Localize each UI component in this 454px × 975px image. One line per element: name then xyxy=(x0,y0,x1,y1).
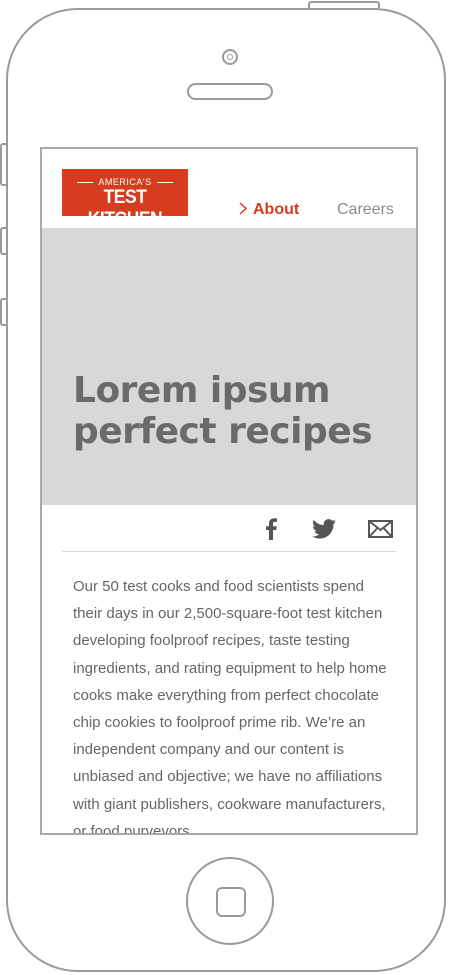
nav-item-about[interactable]: About xyxy=(239,201,299,219)
chevron-right-icon xyxy=(239,202,248,218)
speaker-grille xyxy=(187,83,273,100)
hero-banner: Lorem ipsum perfect recipes xyxy=(42,228,416,505)
email-icon[interactable] xyxy=(368,515,393,543)
logo[interactable]: AMERICA'S TEST KITCHEN xyxy=(62,169,188,230)
nav-item-label: Careers xyxy=(337,201,394,218)
nav-item-careers[interactable]: Careers xyxy=(337,201,394,219)
hero-title: Lorem ipsum perfect recipes xyxy=(73,370,373,452)
twitter-icon[interactable] xyxy=(312,515,336,543)
phone-screen: AMERICA'S TEST KITCHEN About Careers Lor… xyxy=(40,147,418,835)
home-button-icon xyxy=(216,887,246,917)
nav-item-label: About xyxy=(253,201,300,218)
logo-title: TEST KITCHEN xyxy=(87,187,163,230)
camera-icon xyxy=(222,49,238,65)
home-button[interactable] xyxy=(186,857,274,945)
logo-subtitle: AMERICA'S xyxy=(62,177,188,187)
power-button xyxy=(308,1,380,8)
about-paragraph: Our 50 test cooks and food scientists sp… xyxy=(73,578,387,835)
facebook-icon[interactable] xyxy=(265,515,277,543)
divider xyxy=(62,551,396,552)
